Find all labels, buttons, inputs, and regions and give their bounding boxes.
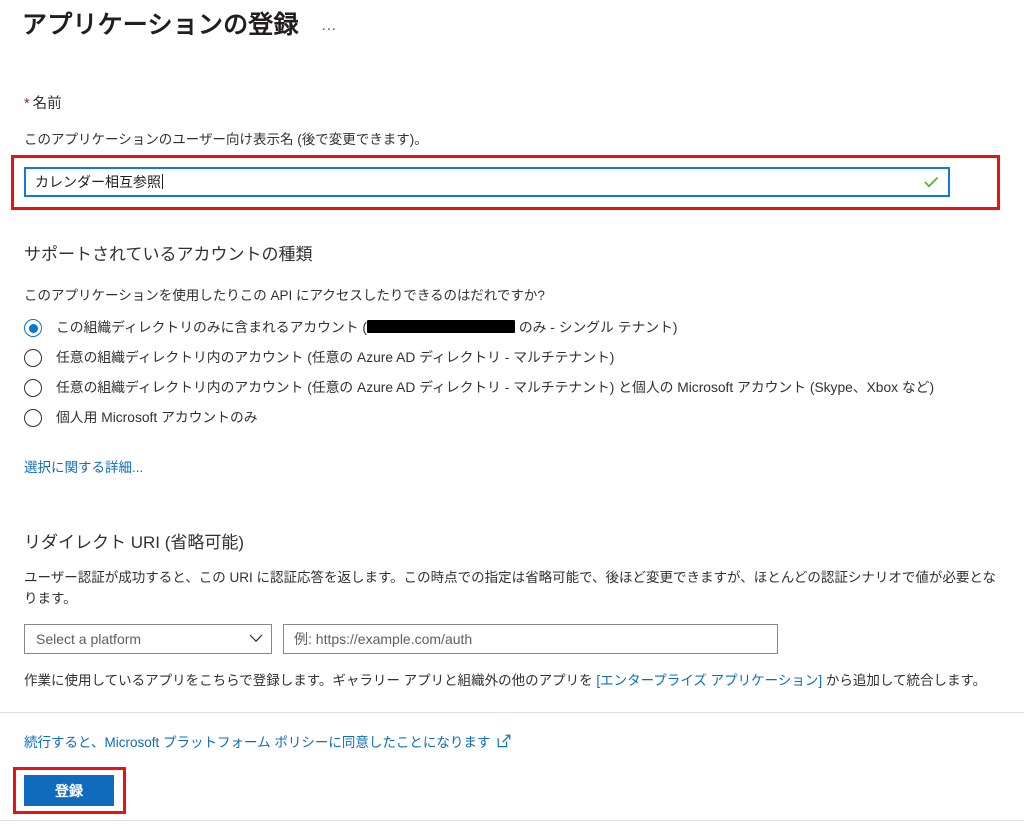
- checkmark-icon: [918, 176, 944, 188]
- radio-indicator[interactable]: [24, 379, 42, 397]
- page-title: アプリケーションの登録: [22, 11, 299, 39]
- note-text-before: 作業に使用しているアプリをこちらで登録します。ギャラリー アプリと組織外の他のア…: [24, 673, 597, 688]
- redacted-tenant-name: [367, 320, 515, 333]
- account-types-help-link[interactable]: 選択に関する詳細...: [24, 458, 143, 478]
- name-input-value: カレンダー相互参照: [26, 169, 918, 195]
- enterprise-applications-link[interactable]: [エンタープライズ アプリケーション]: [596, 673, 822, 688]
- note-text-after: から追加して統合します。: [822, 673, 987, 688]
- required-indicator: *: [24, 96, 30, 112]
- name-input-text: カレンダー相互参照: [35, 174, 161, 190]
- page-header: アプリケーションの登録 …: [22, 8, 338, 42]
- radio-option-label: 個人用 Microsoft アカウントのみ: [56, 410, 258, 425]
- name-input[interactable]: カレンダー相互参照: [24, 167, 950, 197]
- radio-option-multi-tenant-and-personal[interactable]: 任意の組織ディレクトリ内のアカウント (任意の Azure AD ディレクトリ …: [24, 378, 934, 400]
- register-button[interactable]: 登録: [24, 775, 114, 806]
- name-field-description: このアプリケーションのユーザー向け表示名 (後で変更できます)。: [24, 132, 428, 147]
- enterprise-apps-note: 作業に使用しているアプリをこちらで登録します。ギャラリー アプリと組織外の他のア…: [24, 671, 986, 691]
- redirect-uri-placeholder: 例: https://example.com/auth: [294, 631, 473, 647]
- redirect-uri-description-line1: ユーザー認証が成功すると、この URI に認証応答を返します。この時点での指定は…: [24, 570, 996, 585]
- radio-indicator[interactable]: [24, 409, 42, 427]
- chevron-down-icon: [249, 630, 263, 648]
- radio-option-multi-tenant[interactable]: 任意の組織ディレクトリ内のアカウント (任意の Azure AD ディレクトリ …: [24, 348, 614, 370]
- platform-policy-link[interactable]: 続行すると、Microsoft プラットフォーム ポリシーに同意したことになりま…: [24, 733, 511, 753]
- radio-option-personal-only[interactable]: 個人用 Microsoft アカウントのみ: [24, 408, 258, 430]
- radio-option-label: 任意の組織ディレクトリ内のアカウント (任意の Azure AD ディレクトリ …: [56, 350, 615, 365]
- radio-option-label: 任意の組織ディレクトリ内のアカウント (任意の Azure AD ディレクトリ …: [56, 380, 935, 395]
- redirect-uri-input[interactable]: 例: https://example.com/auth: [283, 624, 778, 654]
- radio-indicator[interactable]: [24, 349, 42, 367]
- platform-select[interactable]: Select a platform: [24, 624, 272, 654]
- footer-divider-top: [0, 712, 1024, 713]
- more-options-icon[interactable]: …: [321, 17, 339, 35]
- name-label-text: 名前: [32, 96, 62, 112]
- account-types-question: このアプリケーションを使用したりこの API にアクセスしたりできるのはだれです…: [24, 288, 545, 303]
- footer-divider-bottom: [0, 820, 1024, 821]
- name-field-label: * 名前: [24, 94, 62, 114]
- text-cursor: [162, 174, 163, 189]
- redirect-uri-description-line2: ります。: [24, 591, 77, 606]
- radio-option-label: この組織ディレクトリのみに含まれるアカウント ( のみ - シングル テナント): [56, 320, 678, 335]
- radio-option-single-tenant[interactable]: この組織ディレクトリのみに含まれるアカウント ( のみ - シングル テナント): [24, 318, 678, 340]
- platform-select-value: Select a platform: [36, 631, 142, 647]
- radio-indicator[interactable]: [24, 319, 42, 337]
- platform-policy-text: 続行すると、Microsoft プラットフォーム ポリシーに同意したことになりま…: [24, 735, 491, 750]
- redirect-uri-heading: リダイレクト URI (省略可能): [24, 533, 245, 552]
- account-types-heading: サポートされているアカウントの種類: [24, 245, 313, 264]
- external-link-icon: [497, 734, 511, 753]
